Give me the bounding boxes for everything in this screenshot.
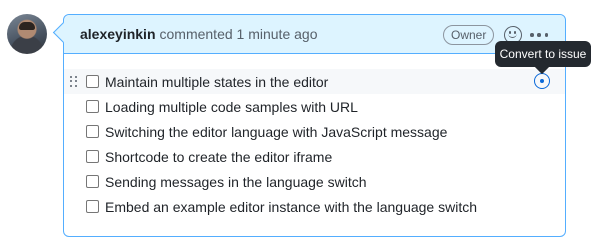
kebab-horizontal-icon[interactable] — [530, 33, 548, 37]
grabber-icon[interactable] — [70, 76, 77, 87]
author-link[interactable]: alexeyinkin — [80, 26, 156, 42]
task-checkbox[interactable] — [86, 75, 99, 88]
issue-opened-icon[interactable] — [534, 73, 550, 89]
task-list-item: Maintain multiple states in the editor — [64, 69, 565, 94]
task-label: Switching the editor language with JavaS… — [105, 123, 448, 140]
comment-box: alexeyinkin commented 1 minute ago Owner… — [63, 14, 591, 237]
comment-timestamp[interactable]: commented 1 minute ago — [160, 26, 318, 42]
task-checkbox[interactable] — [86, 150, 99, 163]
task-checkbox[interactable] — [86, 175, 99, 188]
task-checkbox[interactable] — [86, 200, 99, 213]
task-list: Maintain multiple states in the editor L… — [64, 69, 565, 219]
task-label: Maintain multiple states in the editor — [105, 73, 329, 90]
task-label: Sending messages in the language switch — [105, 173, 367, 190]
task-list-item: Loading multiple code samples with URL — [64, 94, 565, 119]
comment-header: alexeyinkin commented 1 minute ago Owner — [64, 15, 565, 54]
avatar[interactable] — [7, 14, 47, 54]
convert-to-issue-tooltip: Convert to issue — [495, 41, 591, 67]
task-checkbox[interactable] — [86, 100, 99, 113]
task-list-item: Switching the editor language with JavaS… — [64, 119, 565, 144]
task-list-item: Sending messages in the language switch — [64, 169, 565, 194]
task-list-item: Shortcode to create the editor iframe — [64, 144, 565, 169]
task-label: Loading multiple code samples with URL — [105, 98, 358, 115]
task-label: Shortcode to create the editor iframe — [105, 148, 333, 165]
task-label: Embed an example editor instance with th… — [105, 198, 477, 215]
owner-badge: Owner — [443, 25, 495, 45]
task-list-item: Embed an example editor instance with th… — [64, 194, 565, 219]
task-checkbox[interactable] — [86, 125, 99, 138]
